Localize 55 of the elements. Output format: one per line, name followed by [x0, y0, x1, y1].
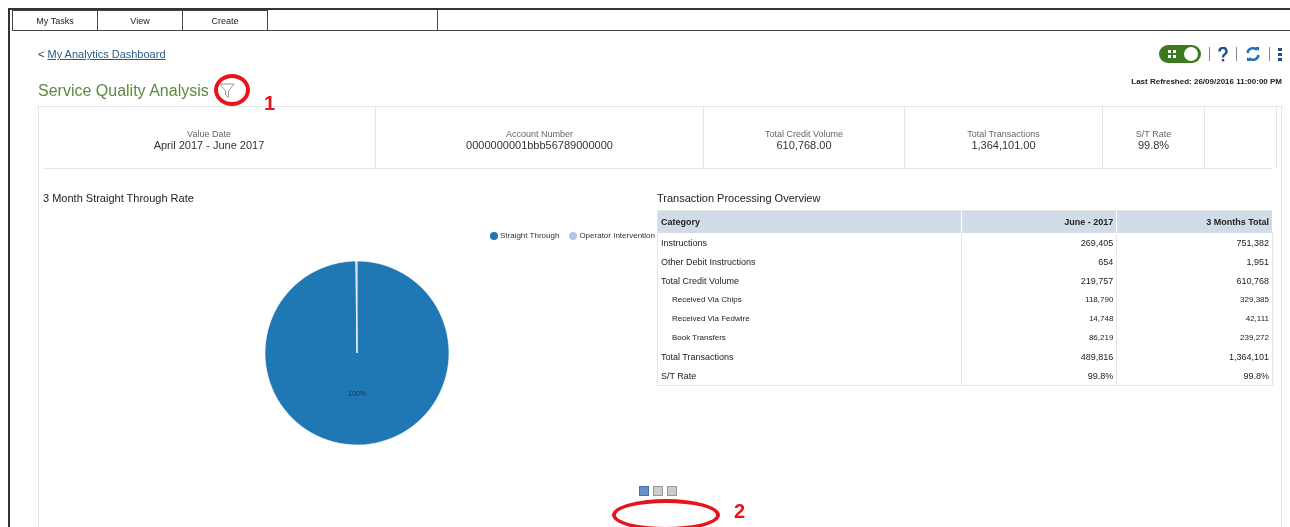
refresh-icon[interactable] [1245, 46, 1261, 62]
annotation-number: 2 [734, 500, 746, 523]
filter-icon[interactable] [218, 83, 235, 99]
table-title: Transaction Processing Overview [657, 192, 822, 204]
table-cell: Received Via Chips [657, 290, 962, 309]
stat-value: 0000000001bbb56789000000 [466, 138, 613, 151]
stat-label: S/T Rate [1135, 128, 1172, 139]
legend-item: Operator Intervention [569, 231, 655, 240]
stat-label: Total Transactions [967, 128, 1040, 139]
table-cell: Received Via Fedwire [657, 309, 962, 328]
column-header: June - 2017 [961, 210, 1117, 233]
table-cell: Total Transactions [657, 347, 962, 366]
annotation-number: 1 [264, 92, 276, 115]
table-cell: 654 [961, 252, 1117, 271]
table-cell: 118,790 [961, 290, 1117, 309]
annotation-circle [214, 74, 250, 106]
table-cell: Total Credit Volume [657, 271, 962, 290]
table-cell: Book Transfers [657, 328, 962, 347]
more-icon[interactable] [1278, 46, 1282, 62]
table-cell: Other Debit Instructions [657, 252, 962, 271]
stat-label: Total Credit Volume [764, 128, 843, 139]
stat-value: 610,768.00 [776, 138, 832, 151]
table-cell: 14,748 [961, 309, 1117, 328]
stat-label: Value Date [187, 128, 231, 139]
table-cell: 489,816 [961, 347, 1117, 366]
table-cell: 1,364,101 [1116, 347, 1273, 366]
chart-title: 3 Month Straight Through Rate [43, 192, 195, 204]
table-cell: 1,951 [1116, 252, 1273, 271]
last-refreshed: Last Refreshed: 26/09/2016 11:00:00 PM [1131, 77, 1282, 86]
stat-value: 99.8% [1137, 138, 1170, 151]
column-header: Category [657, 210, 962, 233]
table-cell: 610,768 [1116, 271, 1273, 290]
table-cell: 86,219 [961, 328, 1117, 347]
menu-tab[interactable]: Create [182, 10, 268, 30]
table-cell: 42,111 [1116, 309, 1273, 328]
menu-tab[interactable]: My Tasks [12, 10, 98, 30]
table-cell: S/T Rate [657, 366, 962, 386]
table-cell: 269,405 [961, 233, 1117, 252]
dashboard-link[interactable]: My Analytics Dashboard [47, 48, 166, 60]
help-icon[interactable] [1218, 46, 1228, 62]
table-cell: 751,382 [1116, 233, 1273, 252]
table-cell: 239,272 [1116, 328, 1273, 347]
stat-label: Account Number [506, 128, 573, 139]
table-cell: Instructions [657, 233, 962, 252]
breadcrumb: < My Analytics Dashboard [38, 48, 166, 60]
legend-item: Straight Through [489, 231, 560, 240]
stat-value: April 2017 - June 2017 [153, 138, 265, 151]
table-cell: 329,385 [1116, 290, 1273, 309]
toggle-switch[interactable] [1159, 45, 1201, 63]
page-title: Service Quality Analysis [38, 82, 209, 100]
stat-value: 1,364,101.00 [971, 138, 1036, 151]
column-header: 3 Months Total [1116, 210, 1273, 233]
table-cell: 219,757 [961, 271, 1117, 290]
table-cell: 99.8% [961, 366, 1117, 386]
table-cell: 99.8% [1116, 366, 1273, 386]
